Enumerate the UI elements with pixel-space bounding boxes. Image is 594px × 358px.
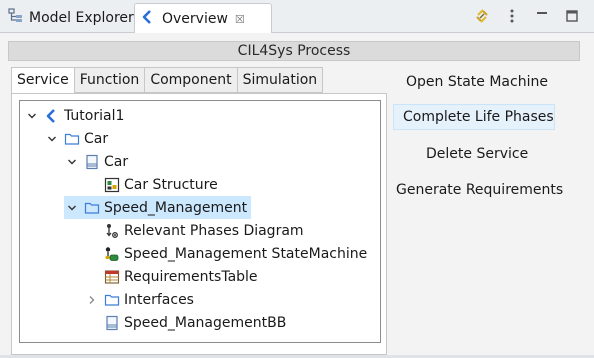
- tab-overview-label: Overview: [162, 11, 228, 27]
- close-tab-icon[interactable]: ☒: [235, 13, 245, 26]
- tab-component[interactable]: Component: [145, 67, 238, 93]
- expanded-chevron-icon[interactable]: [44, 131, 60, 147]
- tab-model-explorer-label: Model Explorer: [29, 10, 134, 26]
- tab-function[interactable]: Function: [74, 67, 146, 93]
- tree-item-speed-management[interactable]: Speed_Management: [64, 196, 252, 219]
- tree-item-label: Speed_ManagementBB: [124, 314, 287, 331]
- block-icon: [84, 154, 100, 170]
- tree-item-label: Car: [104, 153, 129, 170]
- folder-icon: [64, 131, 80, 147]
- block-icon: [104, 315, 120, 331]
- tab-model-explorer[interactable]: Model Explorer: [2, 3, 134, 33]
- folder-icon: [104, 292, 120, 308]
- tree-item-requirements-table[interactable]: RequirementsTable: [84, 265, 258, 288]
- folder-icon: [84, 200, 100, 216]
- structure-diagram-icon: [104, 177, 120, 193]
- project-icon: [44, 108, 60, 124]
- generate-requirements-button[interactable]: Generate Requirements: [396, 177, 563, 203]
- complete-life-phases-button[interactable]: Complete Life Phases: [393, 104, 555, 130]
- delete-service-button[interactable]: Delete Service: [426, 141, 528, 167]
- open-state-machine-button[interactable]: Open State Machine: [406, 69, 548, 95]
- expanded-chevron-icon[interactable]: [64, 200, 80, 216]
- tree-item-tutorial1[interactable]: Tutorial1: [24, 104, 124, 127]
- table-icon: [104, 269, 120, 285]
- content-tab-bar: Service Function Component Simulation: [11, 67, 324, 94]
- tree-item-car-folder[interactable]: Car: [44, 127, 108, 150]
- tree-item-interfaces[interactable]: Interfaces: [84, 288, 194, 311]
- tree-item-label: Relevant Phases Diagram: [124, 222, 304, 239]
- tab-service[interactable]: Service: [11, 67, 75, 94]
- form-title: CIL4Sys Process: [8, 41, 580, 61]
- tree-item-relevant-phases-diagram[interactable]: Relevant Phases Diagram: [84, 219, 304, 242]
- tree-item-label: Tutorial1: [64, 107, 125, 124]
- maximize-icon[interactable]: [564, 8, 580, 24]
- tree-item-speed-management-bb[interactable]: Speed_ManagementBB: [84, 311, 286, 334]
- model-explorer-icon: [8, 8, 24, 28]
- phases-diagram-icon: [104, 223, 120, 239]
- minimize-icon[interactable]: [534, 8, 550, 24]
- tab-simulation[interactable]: Simulation: [237, 67, 324, 93]
- tree-item-label: RequirementsTable: [124, 268, 258, 285]
- state-machine-icon: [104, 246, 120, 262]
- collapsed-chevron-icon[interactable]: [84, 292, 100, 308]
- tree-item-state-machine[interactable]: Speed_Management StateMachine: [84, 242, 367, 265]
- tree-item-label: Car: [84, 130, 109, 147]
- expanded-chevron-icon[interactable]: [64, 154, 80, 170]
- service-tree[interactable]: Tutorial1 Car Car Car Structure Speed_Ma…: [19, 100, 381, 343]
- tree-item-label: Speed_Management StateMachine: [124, 245, 368, 262]
- tree-item-label: Interfaces: [124, 291, 194, 308]
- view-tab-strip: Model Explorer Overview ☒: [0, 0, 594, 34]
- link-refresh-icon[interactable]: [474, 8, 490, 24]
- tree-item-label: Speed_Management: [104, 199, 248, 216]
- view-toolbar: [474, 8, 580, 24]
- tab-overview[interactable]: Overview ☒: [134, 3, 272, 34]
- tree-item-car-block[interactable]: Car: [64, 150, 128, 173]
- expanded-chevron-icon[interactable]: [24, 108, 40, 124]
- service-tab-panel: Tutorial1 Car Car Car Structure Speed_Ma…: [11, 93, 387, 355]
- overview-icon: [141, 9, 157, 29]
- tree-item-label: Car Structure: [124, 176, 218, 193]
- tree-item-car-structure[interactable]: Car Structure: [84, 173, 218, 196]
- view-menu-icon[interactable]: [504, 8, 520, 24]
- overview-content: CIL4Sys Process Service Function Compone…: [0, 33, 594, 358]
